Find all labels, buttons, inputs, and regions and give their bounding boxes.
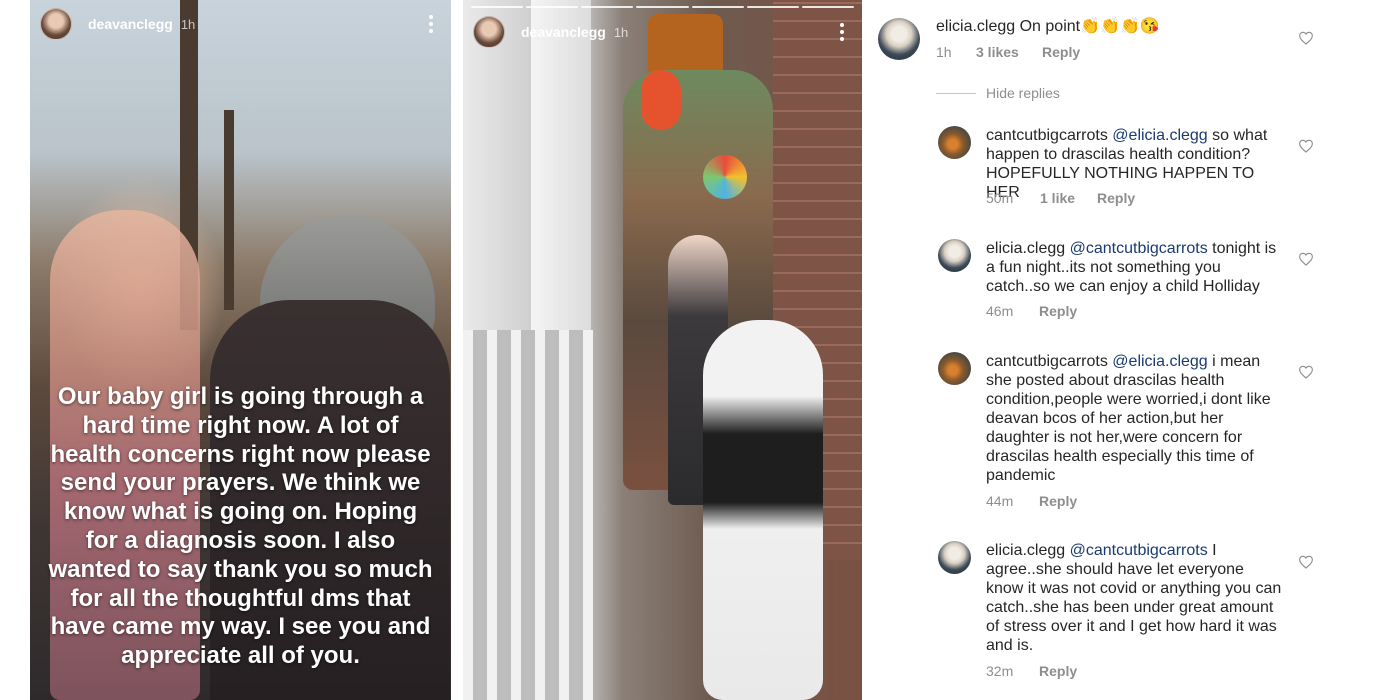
more-options-icon[interactable] [832, 20, 852, 44]
likes-count[interactable]: 1 like [1040, 190, 1097, 206]
comment-body: i mean she posted about drascilas health… [986, 353, 1271, 484]
story-username[interactable]: deavanclegg [521, 24, 606, 40]
comment-meta: 46m Reply [986, 303, 1077, 319]
story-caption: Our baby girl is going through a hard ti… [48, 383, 433, 670]
hide-replies-label: Hide replies [986, 85, 1060, 101]
comment-text: elicia.clegg On point👏👏👏😘 [936, 17, 1256, 36]
avatar[interactable] [938, 541, 971, 574]
heart-icon[interactable] [1298, 365, 1314, 379]
comment-text: cantcutbigcarrots @elicia.clegg i mean s… [986, 352, 1284, 485]
comment-text: elicia.clegg @cantcutbigcarrots I agree.… [986, 541, 1284, 655]
mention-link[interactable]: @cantcutbigcarrots [1070, 240, 1208, 257]
reply-button[interactable]: Reply [1039, 493, 1077, 509]
comment-username[interactable]: elicia.clegg [986, 240, 1065, 257]
comment-time: 1h [936, 44, 952, 60]
comment-time: 32m [986, 663, 1014, 679]
comment-text: elicia.clegg @cantcutbigcarrots tonight … [986, 239, 1284, 296]
comment-time: 44m [986, 493, 1014, 509]
avatar[interactable] [878, 18, 920, 60]
comment-username[interactable]: elicia.clegg [936, 18, 1015, 35]
comment-meta: 32m Reply [986, 663, 1077, 679]
story-progress-bar [471, 6, 854, 8]
comment-meta: 1h 3 likes Reply [936, 44, 1080, 60]
story-header: deavanclegg 1h [473, 16, 852, 48]
panda-costume [703, 320, 823, 700]
avatar[interactable] [40, 8, 72, 40]
more-options-icon[interactable] [421, 12, 441, 36]
reply-button[interactable]: Reply [1039, 303, 1077, 319]
story-time: 1h [613, 24, 629, 40]
likes-count[interactable]: 3 likes [976, 44, 1042, 60]
story-header: deavanclegg 1h [40, 8, 441, 40]
comments-thread: elicia.clegg On point👏👏👏😘 1h 3 likes Rep… [862, 0, 1400, 700]
hide-replies-button[interactable]: Hide replies [936, 85, 1060, 101]
comment-username[interactable]: elicia.clegg [986, 542, 1065, 559]
comment-username[interactable]: cantcutbigcarrots [986, 127, 1108, 144]
story-username[interactable]: deavanclegg [88, 16, 173, 32]
avatar[interactable] [938, 352, 971, 385]
divider [936, 92, 976, 94]
reply-button[interactable]: Reply [1097, 190, 1135, 206]
comment-meta: 44m Reply [986, 493, 1077, 509]
avatar[interactable] [473, 16, 505, 48]
avatar[interactable] [938, 126, 971, 159]
heart-icon[interactable] [1298, 31, 1314, 45]
comment-username[interactable]: cantcutbigcarrots [986, 353, 1108, 370]
story-time: 1h [180, 16, 196, 32]
comment-time: 46m [986, 303, 1014, 319]
comment-time: 50m [986, 190, 1014, 206]
reply-button[interactable]: Reply [1042, 44, 1080, 60]
mention-link[interactable]: @cantcutbigcarrots [1070, 542, 1208, 559]
mention-link[interactable]: @elicia.clegg [1112, 127, 1207, 144]
heart-icon[interactable] [1298, 555, 1314, 569]
utility-pole [224, 110, 234, 310]
reply-button[interactable]: Reply [1039, 663, 1077, 679]
heart-icon[interactable] [1298, 252, 1314, 266]
comment-body: On point👏👏👏😘 [1019, 18, 1160, 35]
story-panel-1[interactable]: deavanclegg 1h Our baby girl is going th… [30, 0, 451, 700]
story-panel-2[interactable]: deavanclegg 1h [463, 0, 862, 700]
porch-railing [463, 330, 593, 700]
heart-icon[interactable] [1298, 139, 1314, 153]
avatar[interactable] [938, 239, 971, 272]
lollipop [703, 155, 747, 199]
mention-link[interactable]: @elicia.clegg [1112, 353, 1207, 370]
orange-wig [641, 70, 681, 130]
comment-meta: 50m 1 like Reply [986, 190, 1135, 206]
